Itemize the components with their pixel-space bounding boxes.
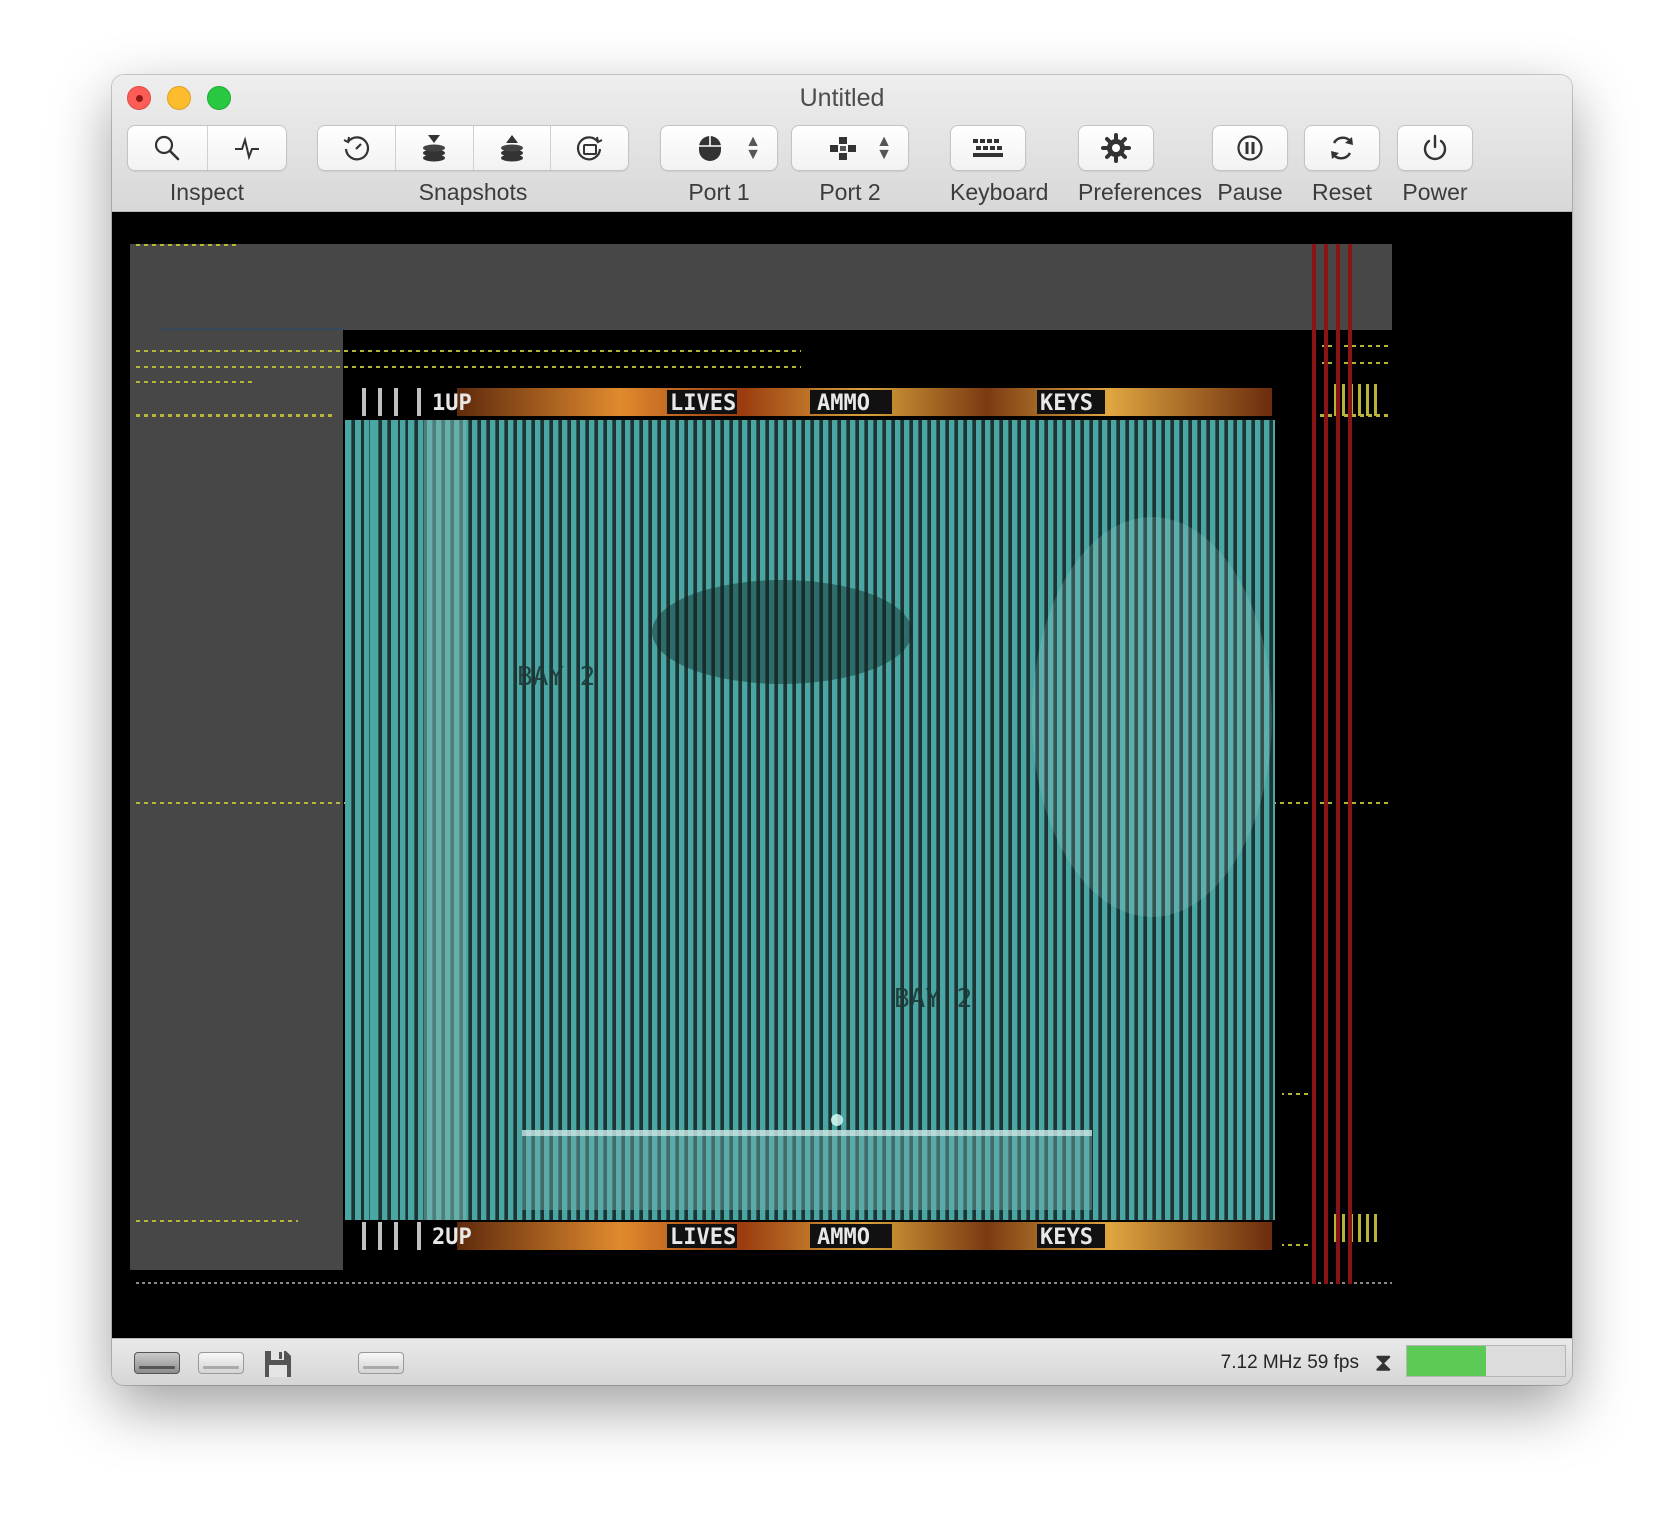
emulator-window: Untitled Inspect Snapshots ▲ ▼ Port 1 ▲ … [112,75,1572,1385]
hud-keys-label: KEYS [1040,1225,1093,1250]
reset-button[interactable] [1305,126,1379,170]
power-button[interactable] [1398,126,1472,170]
emulator-screen[interactable]: 1UP LIVES AMMO KEYS 2UP LIVES AMMO KEYS … [112,212,1572,1338]
browse-snapshots-button[interactable] [551,126,628,170]
snapshots-label: Snapshots [418,179,528,205]
preferences-button[interactable] [1079,126,1153,170]
preferences-group: Preferences [1078,125,1203,206]
debug-dots [136,350,801,352]
floppy-icon[interactable] [262,1348,294,1380]
raster-lines [1312,244,1352,1284]
rewind-snapshot-button[interactable] [318,126,396,170]
drive-icon[interactable] [358,1352,404,1374]
performance-meter-fill [1407,1346,1486,1376]
mouse-icon [699,136,721,161]
restore-snapshot-button[interactable] [474,126,552,170]
titlebar: Untitled Inspect Snapshots ▲ ▼ Port 1 ▲ … [112,75,1572,212]
keyboard-icon [973,139,1003,157]
port2-group: ▲ ▼ Port 2 [791,125,909,206]
restore-clock-icon [576,136,603,161]
game-face [1032,517,1272,917]
stack-down-icon [423,135,446,162]
rewind-clock-icon [343,136,370,161]
stack-up-icon [500,135,523,162]
reset-label: Reset [1311,179,1373,205]
pause-label: Pause [1217,179,1283,205]
game-platform [522,1130,1092,1210]
monitor-button[interactable] [208,126,287,170]
debug-dots [136,414,336,417]
debug-dots [136,1220,298,1222]
debug-dots [1282,1093,1312,1095]
gear-icon [1101,133,1131,163]
debug-dots [136,244,236,246]
screen-border-left [130,330,343,1270]
hud-ammo-label: AMMO [817,391,870,416]
screen-border-top [130,244,1392,330]
game-wall [424,420,466,1220]
emulator-display: 1UP LIVES AMMO KEYS 2UP LIVES AMMO KEYS … [130,244,1392,1284]
debug-dots [1322,362,1392,364]
hud-ammo-label: AMMO [817,1225,870,1250]
status-bar: 7.12 MHz 59 fps ⧗ [112,1338,1572,1385]
debug-dots [136,381,256,383]
magnifier-icon [155,135,180,161]
reset-icon [1331,136,1353,160]
keyboard-label: Keyboard [950,179,1049,205]
drive-icon[interactable] [134,1352,180,1374]
hud-bottom-ticks [362,1222,421,1250]
hud-keys-label: KEYS [1040,391,1093,416]
debug-dots [136,1282,1392,1284]
debug-dots [136,366,801,368]
drive-icon[interactable] [198,1352,244,1374]
raster-markers [1334,384,1377,1242]
game-sign: BAY 2 [894,984,972,1014]
port2-label: Port 2 [819,179,881,205]
debug-dots [1282,1244,1312,1246]
keyboard-group: Keyboard [950,125,1049,206]
take-snapshot-button[interactable] [396,126,474,170]
pause-group: Pause [1212,125,1288,206]
keyboard-button[interactable] [951,126,1025,170]
hud-player-label: 1UP [432,391,472,416]
inspect-group: Inspect [127,125,287,206]
inspect-button[interactable] [128,126,208,170]
pause-button[interactable] [1213,126,1287,170]
speed-fps-readout: 7.12 MHz 59 fps [1220,1352,1359,1373]
reset-group: Reset [1304,125,1380,206]
inspect-label: Inspect [169,179,245,205]
hud-lives-label: LIVES [670,391,736,416]
hourglass-icon[interactable]: ⧗ [1374,1349,1392,1378]
preferences-label: Preferences [1078,179,1203,205]
pulse-icon [234,136,259,161]
hud-top-ticks [362,388,421,416]
joystick-icon [830,137,856,160]
port1-group: ▲ ▼ Port 1 [660,125,778,206]
port2-popup[interactable]: ▲ ▼ [792,126,908,170]
chevron-updown-icon: ▲ ▼ [745,133,761,163]
window-title: Untitled [799,84,885,112]
game-sign: BAY 2 [517,662,595,692]
game-eye [652,580,912,684]
performance-meter [1406,1345,1566,1377]
debug-dots [162,328,344,330]
pause-icon [1237,135,1263,161]
hud-lives-label: LIVES [670,1225,736,1250]
power-icon [1423,134,1447,161]
port1-label: Port 1 [688,179,750,205]
port1-popup[interactable]: ▲ ▼ [661,126,777,170]
power-group: Power [1397,125,1473,206]
chevron-updown-icon: ▲ ▼ [876,133,892,163]
snapshots-group: Snapshots [317,125,629,206]
debug-dots [1322,345,1392,347]
hud-player-label: 2UP [432,1225,472,1250]
power-label: Power [1402,179,1468,205]
